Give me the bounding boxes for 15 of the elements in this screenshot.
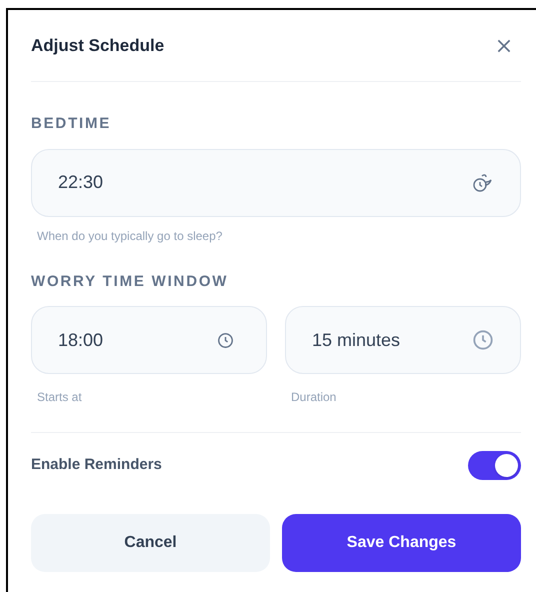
save-button[interactable]: Save Changes	[282, 514, 521, 572]
field-hint: When do you typically go to sleep?	[37, 228, 224, 244]
field-caption: Starts at	[37, 389, 83, 406]
clock-icon	[472, 329, 494, 351]
section-label: BEDTIME	[31, 114, 112, 134]
field-caption: Duration	[291, 389, 338, 406]
cancel-button[interactable]: Cancel	[31, 514, 270, 572]
time-field[interactable]: 15 minutes	[285, 306, 521, 374]
clock-icon	[217, 332, 234, 348]
section-label: WORRY TIME WINDOW	[31, 272, 230, 292]
dialog-title: Adjust Schedule	[31, 34, 164, 57]
time-field[interactable]: 18:00	[31, 306, 267, 374]
reminders-label: Enable Reminders	[31, 455, 162, 476]
reminders-toggle[interactable]	[468, 451, 521, 480]
bedtime-field[interactable]: 22:30	[31, 148, 521, 216]
